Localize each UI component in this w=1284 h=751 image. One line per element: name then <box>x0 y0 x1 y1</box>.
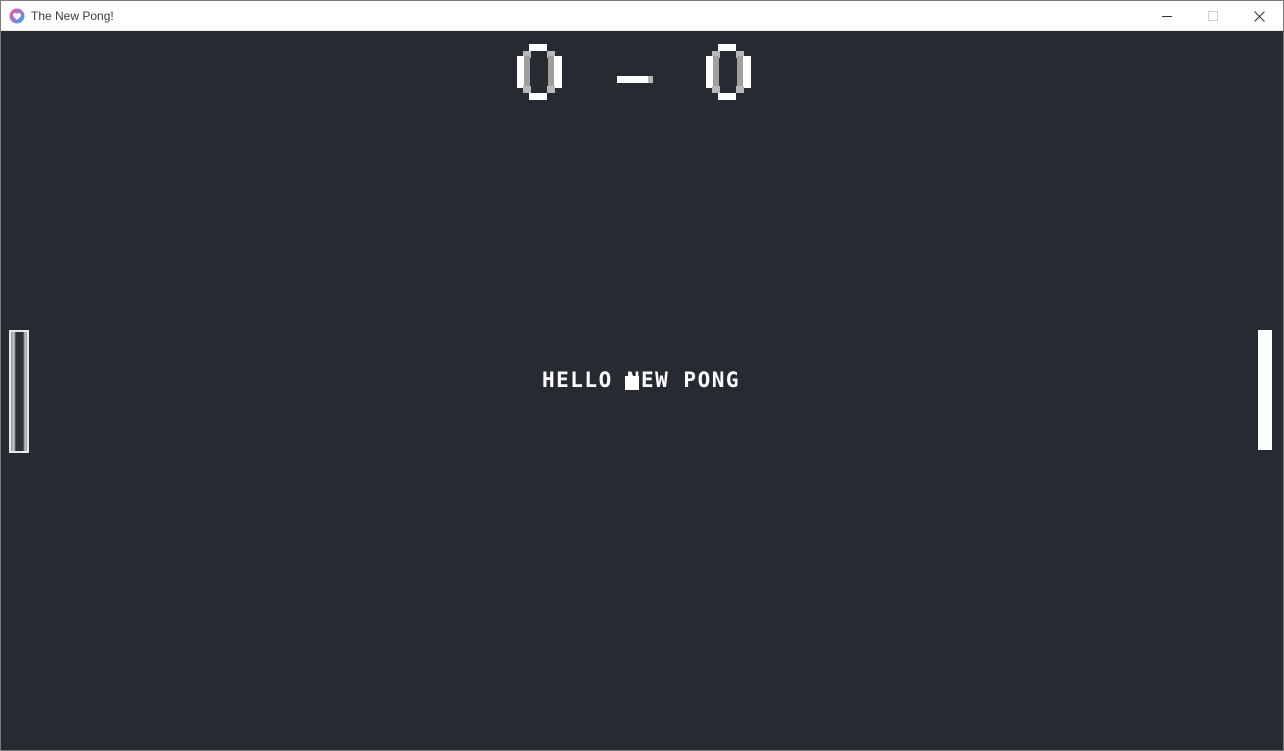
score-separator: - <box>617 68 653 83</box>
close-button[interactable] <box>1236 1 1282 31</box>
app-heart-icon <box>9 8 25 24</box>
score-right: 0 <box>706 44 754 104</box>
window-title: The New Pong! <box>31 9 114 23</box>
close-icon <box>1253 10 1265 22</box>
maximize-icon <box>1208 11 1218 21</box>
ball <box>625 376 639 390</box>
title-bar[interactable]: The New Pong! <box>1 1 1283 31</box>
game-canvas[interactable]: 0 - 0 <box>1 32 1283 750</box>
minimize-icon <box>1162 16 1172 17</box>
app-window: The New Pong! 0 <box>0 0 1284 751</box>
right-paddle <box>1258 330 1272 450</box>
score-left: 0 <box>517 44 565 104</box>
game-message: HELLO NEW PONG <box>542 368 741 392</box>
minimize-button[interactable] <box>1144 1 1190 31</box>
maximize-button[interactable] <box>1190 1 1236 31</box>
left-paddle <box>9 330 29 453</box>
